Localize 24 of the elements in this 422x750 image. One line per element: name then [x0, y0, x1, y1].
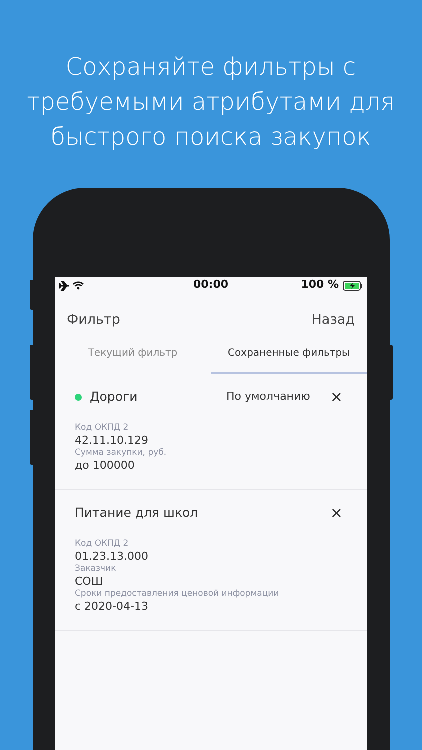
- headline: Сохраняйте фильтры с требуемыми атрибутами для быстрого поиска закупок: [26, 52, 396, 153]
- field-label: Заказчик: [75, 564, 118, 575]
- close-button[interactable]: ×: [326, 390, 347, 406]
- status-time: 00:00: [194, 277, 229, 294]
- close-button[interactable]: ×: [326, 506, 347, 521]
- battery-percent: 100 %: [301, 277, 340, 294]
- filter-name: Питание для школ: [75, 504, 200, 522]
- field-value: до 100000: [75, 459, 136, 473]
- field-label: Код ОКПД 2: [75, 423, 130, 434]
- field-label: Сумма закупки, руб.: [75, 448, 168, 459]
- field-label: Код ОКПД 2: [75, 538, 130, 550]
- field-label: Сроки предоставления ценовой информации: [75, 588, 280, 600]
- field-value: СОШ: [75, 574, 104, 589]
- screen-title: Фильтр: [67, 311, 120, 330]
- field-value: с 2020-04-13: [75, 600, 150, 614]
- airplane-icon: [59, 280, 69, 290]
- filter-name: Дороги: [90, 388, 139, 406]
- default-label: По умолчанию: [226, 389, 310, 406]
- wifi-icon: [73, 281, 84, 290]
- back-link[interactable]: Назад: [312, 310, 355, 330]
- battery-icon: [343, 280, 364, 290]
- field-value: 42.11.10.129: [75, 434, 150, 448]
- field-value: 01.23.13.000: [75, 550, 150, 564]
- tab[interactable]: Сохраненные фильтры: [211, 330, 367, 374]
